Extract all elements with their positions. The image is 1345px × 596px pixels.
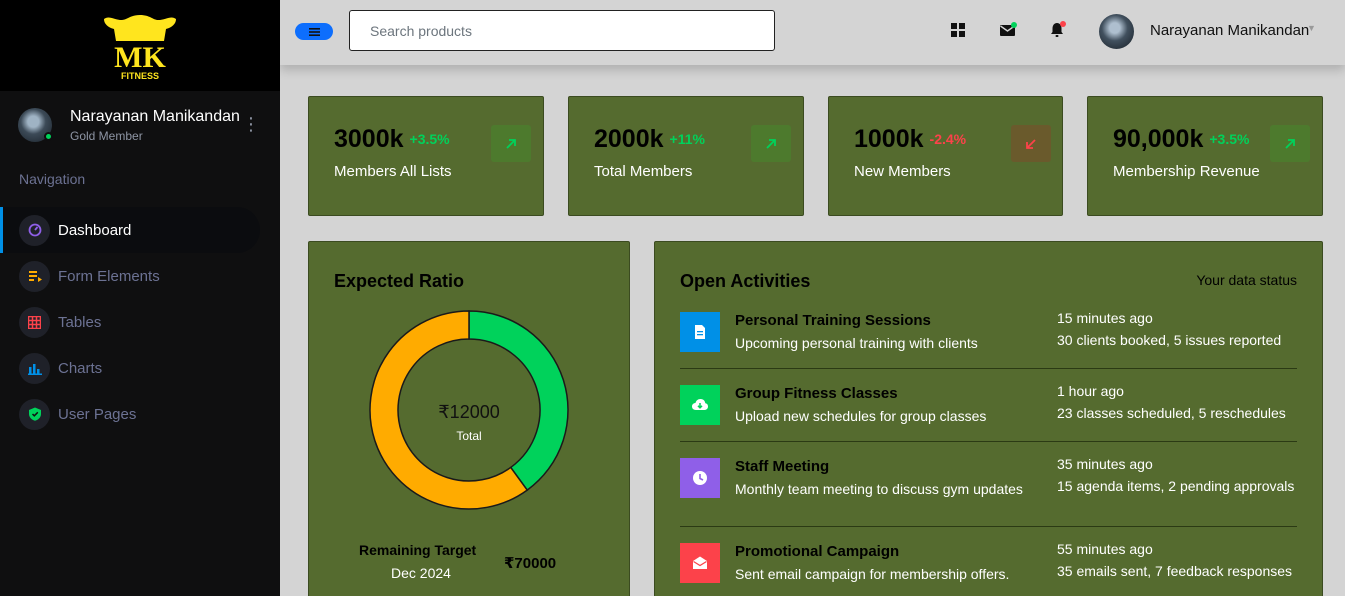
bar-chart-icon bbox=[19, 352, 50, 384]
activity-title: Group Fitness Classes bbox=[735, 385, 898, 402]
sidebar-item-label: Form Elements bbox=[58, 267, 160, 285]
stat-value: 90,000k bbox=[1113, 125, 1204, 153]
stat-label: Membership Revenue bbox=[1113, 163, 1260, 180]
arrow-up-right-icon bbox=[751, 125, 791, 162]
sidebar-item-form-elements[interactable]: Form Elements bbox=[0, 253, 280, 299]
svg-text:FITNESS: FITNESS bbox=[121, 71, 159, 81]
stat-value: 2000k bbox=[594, 125, 664, 153]
stat-delta: +3.5% bbox=[1209, 131, 1250, 147]
online-status-dot bbox=[44, 132, 53, 141]
sidebar-nav: Dashboard Form Elements Tables Charts Us… bbox=[0, 207, 280, 437]
profile-name: Narayanan Manikandan bbox=[70, 107, 240, 125]
table-icon bbox=[19, 306, 50, 338]
activity-time: 35 minutes ago bbox=[1057, 456, 1153, 472]
activity-detail: 30 clients booked, 5 issues reported bbox=[1057, 332, 1282, 348]
stat-value: 3000k bbox=[334, 125, 404, 153]
stat-card-membership-revenue: 90,000k +3.5% Membership Revenue bbox=[1087, 96, 1323, 216]
donut-center-label: Total bbox=[456, 429, 482, 443]
activity-detail: 35 emails sent, 7 feedback responses bbox=[1057, 563, 1293, 579]
sidebar-item-dashboard[interactable]: Dashboard bbox=[0, 207, 260, 253]
bell-icon[interactable] bbox=[1048, 20, 1068, 40]
divider bbox=[680, 368, 1297, 369]
user-avatar[interactable] bbox=[1099, 14, 1134, 49]
card-title: Open Activities bbox=[680, 271, 811, 291]
arrow-down-left-icon bbox=[1011, 125, 1051, 162]
stat-label: Total Members bbox=[594, 163, 693, 180]
sidebar-item-label: Charts bbox=[58, 359, 103, 377]
document-icon bbox=[680, 312, 720, 352]
playlist-icon bbox=[19, 260, 50, 292]
activity-title: Personal Training Sessions bbox=[735, 312, 931, 329]
expected-ratio-card: Expected Ratio ₹12000 Total Remaining Ta… bbox=[308, 241, 630, 596]
activity-detail: 23 classes scheduled, 5 reschedules bbox=[1057, 405, 1286, 421]
activity-description: Sent email campaign for membership offer… bbox=[735, 566, 1010, 582]
remaining-target-label: Remaining Target bbox=[359, 542, 477, 558]
activity-title: Promotional Campaign bbox=[735, 543, 900, 560]
activity-description: Upcoming personal training with clients bbox=[735, 335, 978, 351]
clock-icon bbox=[680, 458, 720, 498]
logo-area[interactable]: MK FITNESS bbox=[0, 0, 280, 91]
svg-text:MK: MK bbox=[114, 41, 166, 74]
bell-badge bbox=[1060, 21, 1066, 27]
activity-detail: 15 agenda items, 2 pending approvals bbox=[1057, 478, 1295, 494]
activity-time: 55 minutes ago bbox=[1057, 541, 1153, 557]
stat-label: Members All Lists bbox=[334, 163, 452, 180]
sidebar-item-tables[interactable]: Tables bbox=[0, 299, 280, 345]
activity-time: 1 hour ago bbox=[1057, 383, 1124, 399]
activity-title: Staff Meeting bbox=[735, 458, 830, 475]
menu-toggle-button[interactable] bbox=[295, 23, 333, 40]
stat-card-new-members: 1000k -2.4% New Members bbox=[828, 96, 1063, 216]
divider bbox=[680, 441, 1297, 442]
remaining-target-date: Dec 2024 bbox=[391, 565, 451, 581]
open-activities-card: Open Activities Your data status Persona… bbox=[654, 241, 1323, 596]
cloud-download-icon bbox=[680, 385, 720, 425]
stat-label: New Members bbox=[854, 163, 951, 180]
more-options-icon[interactable]: ⋮ bbox=[242, 115, 260, 133]
header-user-name[interactable]: Narayanan Manikandan bbox=[1150, 22, 1309, 39]
top-header: Narayanan Manikandan ▼ bbox=[280, 0, 1345, 65]
donut-center-value: ₹12000 bbox=[438, 402, 500, 422]
brand-logo[interactable]: MK FITNESS bbox=[100, 11, 180, 81]
speedometer-icon bbox=[19, 214, 50, 246]
donut-slice-achieved[interactable] bbox=[468, 310, 569, 492]
data-status-label: Your data status bbox=[1196, 272, 1297, 288]
activity-time: 15 minutes ago bbox=[1057, 310, 1153, 326]
arrow-up-right-icon bbox=[1270, 125, 1310, 162]
sidebar-profile[interactable]: Narayanan Manikandan Gold Member ⋮ bbox=[18, 105, 268, 145]
stat-card-members-all-lists: 3000k +3.5% Members All Lists bbox=[308, 96, 544, 216]
stat-delta: +11% bbox=[669, 131, 705, 147]
apps-grid-icon[interactable] bbox=[948, 20, 968, 40]
remaining-target-amount: ₹70000 bbox=[504, 555, 557, 572]
divider bbox=[680, 526, 1297, 527]
search-input[interactable] bbox=[349, 10, 775, 51]
profile-role: Gold Member bbox=[70, 128, 143, 143]
mail-open-icon bbox=[680, 543, 720, 583]
nav-title: Navigation bbox=[19, 171, 86, 187]
shield-icon bbox=[19, 398, 50, 430]
chevron-down-icon[interactable]: ▼ bbox=[1307, 23, 1316, 33]
sidebar-item-label: Tables bbox=[58, 313, 102, 331]
activity-description: Monthly team meeting to discuss gym upda… bbox=[735, 481, 1023, 497]
arrow-up-right-icon bbox=[491, 125, 531, 162]
stat-delta: +3.5% bbox=[409, 131, 450, 147]
avatar[interactable] bbox=[18, 108, 53, 142]
sidebar: MK FITNESS Narayanan Manikandan Gold Mem… bbox=[0, 0, 280, 596]
stat-card-total-members: 2000k +11% Total Members bbox=[568, 96, 804, 216]
sidebar-item-label: Dashboard bbox=[58, 221, 132, 239]
sidebar-item-label: User Pages bbox=[58, 405, 137, 423]
stat-delta: -2.4% bbox=[929, 131, 967, 147]
mail-badge bbox=[1011, 22, 1017, 28]
stat-value: 1000k bbox=[854, 125, 924, 153]
activity-description: Upload new schedules for group classes bbox=[735, 408, 987, 424]
sidebar-item-charts[interactable]: Charts bbox=[0, 345, 280, 391]
card-title: Expected Ratio bbox=[334, 271, 465, 291]
sidebar-item-user-pages[interactable]: User Pages bbox=[0, 391, 280, 437]
hamburger-icon bbox=[308, 27, 320, 36]
mail-icon[interactable] bbox=[998, 20, 1018, 40]
